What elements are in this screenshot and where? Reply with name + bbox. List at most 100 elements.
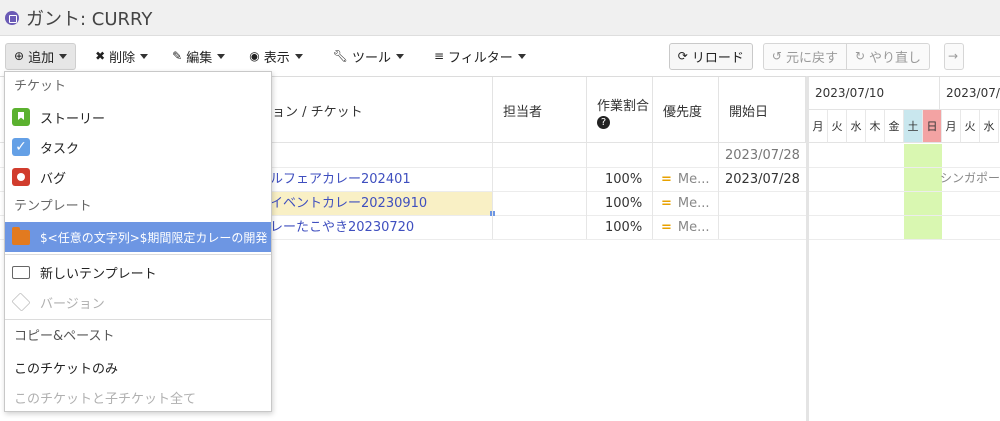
column-header-done-ratio[interactable]: 作業割合 ? <box>587 77 653 143</box>
refresh-icon: ⟳ <box>677 49 688 63</box>
delete-button[interactable]: ✖ 削除 <box>86 43 157 70</box>
plus-circle-icon: ⊕ <box>14 49 25 63</box>
gantt-day-saturday: 土 <box>904 110 923 143</box>
add-label: 追加 <box>28 50 55 66</box>
delete-label: 削除 <box>109 50 136 66</box>
menu-item-bug[interactable]: バグ <box>5 162 271 192</box>
gantt-day: 水 <box>980 110 999 143</box>
arrow-right-icon: → <box>948 49 959 63</box>
priority-cell: = Me... <box>661 168 710 191</box>
gantt-week-header: 2023/07/1 <box>940 77 1000 110</box>
delete-icon: ✖ <box>95 49 106 63</box>
priority-medium-icon: = <box>661 196 672 211</box>
story-icon <box>12 108 30 126</box>
menu-item-label: ストーリー <box>40 111 106 127</box>
redo-button[interactable]: ↻ やり直し <box>846 42 931 70</box>
menu-item-new-template[interactable]: 新しいテンプレート <box>5 257 271 287</box>
menu-section-ticket: チケット <box>14 79 67 94</box>
menu-item-label: タスク <box>40 141 80 157</box>
edit-button[interactable]: ✎ 編集 <box>163 43 234 70</box>
help-icon[interactable]: ? <box>597 116 610 129</box>
menu-item-ticket-and-children[interactable]: このチケットと子チケット全て <box>5 382 271 412</box>
menu-item-version[interactable]: バージョン <box>5 287 271 317</box>
menu-item-task[interactable]: ✓ タスク <box>5 132 271 162</box>
gantt-day: 火 <box>961 110 980 143</box>
gantt-bar-label[interactable]: シンガポール <box>940 169 1000 186</box>
column-header-priority[interactable]: 優先度 <box>653 77 719 143</box>
done-ratio-cell: 100% <box>605 220 643 235</box>
reload-button[interactable]: ⟳ リロード <box>668 42 753 70</box>
gantt-week-header: 2023/07/10 <box>809 77 940 110</box>
gantt-chart: 2023/07/10 2023/07/1 月 火 水 木 金 土 日 月 火 水… <box>806 76 1000 421</box>
priority-medium-icon: = <box>661 220 672 235</box>
column-header-start-date[interactable]: 開始日 <box>719 77 806 143</box>
undo-button[interactable]: ↺ 元に戻す <box>762 42 847 70</box>
filter-label: フィルター <box>448 50 513 66</box>
chevron-down-icon <box>517 53 526 59</box>
menu-divider <box>5 254 271 255</box>
column-divider <box>492 143 493 239</box>
menu-item-label: 新しいテンプレート <box>40 266 157 282</box>
gantt-row-line <box>809 191 1000 192</box>
menu-section-template: テンプレート <box>14 199 92 214</box>
gantt-row-line <box>809 215 1000 216</box>
menu-section-copy-paste: コピー&ペースト <box>14 329 115 344</box>
filter-icon: ≡ <box>433 49 445 63</box>
toolbar: ⊕ 追加 ✖ 削除 ✎ 編集 ◉ 表示 🔧︎ ツール ≡ フィルター ⟳ リロー… <box>0 38 1000 74</box>
done-ratio-cell: 100% <box>605 172 643 187</box>
pencil-icon: ✎ <box>172 49 183 63</box>
gantt-day: 月 <box>809 110 828 143</box>
menu-item-label: バグ <box>40 171 67 187</box>
menu-item-template[interactable]: $<任意の文字列>$期間限定カレーの開発 <box>5 222 271 252</box>
chevron-down-icon <box>59 53 68 59</box>
priority-cell: = Me... <box>661 216 710 239</box>
column-header-assignee[interactable]: 担当者 <box>493 77 587 143</box>
priority-value: Me... <box>677 220 710 235</box>
wrench-icon: 🔧︎ <box>332 49 348 63</box>
menu-item-label: バージョン <box>40 296 105 312</box>
task-check-icon: ✓ <box>12 138 30 156</box>
done-ratio-label: 作業割合 <box>597 99 650 114</box>
tools-label: ツール <box>351 50 391 66</box>
gantt-row-line <box>809 167 1000 168</box>
column-divider <box>586 143 587 239</box>
cube-icon <box>11 292 31 312</box>
chevron-down-icon <box>217 53 226 59</box>
priority-value: Me... <box>677 172 710 187</box>
start-date-cell: 2023/07/28 <box>725 172 800 187</box>
view-label: 表示 <box>263 50 290 66</box>
chevron-down-icon <box>294 53 303 59</box>
priority-medium-icon: = <box>661 172 672 187</box>
reload-label: リロード <box>691 50 744 66</box>
done-ratio-cell: 100% <box>605 196 643 211</box>
ticket-name-link[interactable]: ルフェアカレー202401 <box>270 168 411 191</box>
menu-item-label: $<任意の文字列>$期間限定カレーの開発 <box>40 230 268 245</box>
priority-cell: = Me... <box>661 192 710 215</box>
folder-icon <box>12 226 30 245</box>
app-logo-icon <box>5 10 19 25</box>
ticket-name-link[interactable]: イベントカレー20230910 <box>265 192 493 215</box>
undo-label: 元に戻す <box>785 50 838 66</box>
folder-open-icon <box>12 265 30 279</box>
gantt-day: 火 <box>828 110 847 143</box>
gantt-day-sunday: 日 <box>923 110 942 143</box>
gantt-row-line <box>809 239 1000 240</box>
ticket-name-link[interactable]: レーたこやき20230720 <box>270 216 414 239</box>
priority-value: Me... <box>677 196 710 211</box>
menu-item-story[interactable]: ストーリー <box>5 102 271 132</box>
title-bar: ガント: CURRY <box>0 0 1000 36</box>
gantt-day: 月 <box>942 110 961 143</box>
menu-divider <box>5 319 271 320</box>
gantt-day: 木 <box>866 110 885 143</box>
view-button[interactable]: ◉ 表示 <box>240 43 312 70</box>
tools-button[interactable]: 🔧︎ ツール <box>324 43 413 70</box>
gantt-day: 金 <box>885 110 904 143</box>
gantt-highlight-column <box>904 144 942 240</box>
menu-item-this-ticket[interactable]: このチケットのみ <box>5 352 271 382</box>
forward-button[interactable]: → <box>944 42 965 70</box>
redo-label: やり直し <box>869 50 922 66</box>
page-title: ガント: CURRY <box>26 8 153 30</box>
filter-button[interactable]: ≡ フィルター <box>425 43 535 70</box>
column-divider <box>718 143 719 239</box>
add-button[interactable]: ⊕ 追加 <box>5 42 77 70</box>
